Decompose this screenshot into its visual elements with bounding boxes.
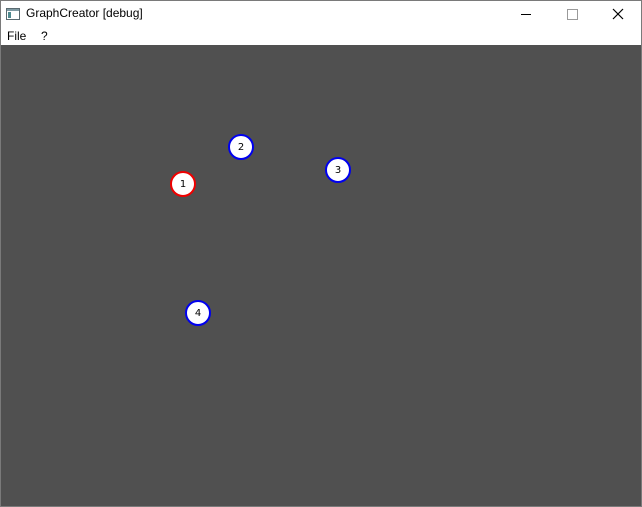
maximize-icon xyxy=(567,9,578,20)
window-title: GraphCreator [debug] xyxy=(26,6,143,20)
close-button[interactable] xyxy=(595,1,641,28)
graph-node-3[interactable]: 3 xyxy=(325,157,351,183)
title-bar[interactable]: GraphCreator [debug] xyxy=(1,1,641,28)
minimize-icon xyxy=(521,14,531,15)
menu-file[interactable]: File xyxy=(5,29,28,43)
close-icon xyxy=(612,8,624,20)
menu-bar: File ? xyxy=(1,28,641,45)
graph-node-4[interactable]: 4 xyxy=(185,300,211,326)
app-window: GraphCreator [debug] File ? 1 2 3 4 xyxy=(0,0,642,507)
graph-canvas[interactable]: 1 2 3 4 xyxy=(1,45,641,506)
minimize-button[interactable] xyxy=(503,1,549,28)
window-app-icon[interactable] xyxy=(6,7,20,20)
graph-node-1[interactable]: 1 xyxy=(170,171,196,197)
menu-help[interactable]: ? xyxy=(39,29,50,43)
graph-node-2[interactable]: 2 xyxy=(228,134,254,160)
maximize-button[interactable] xyxy=(549,1,595,28)
